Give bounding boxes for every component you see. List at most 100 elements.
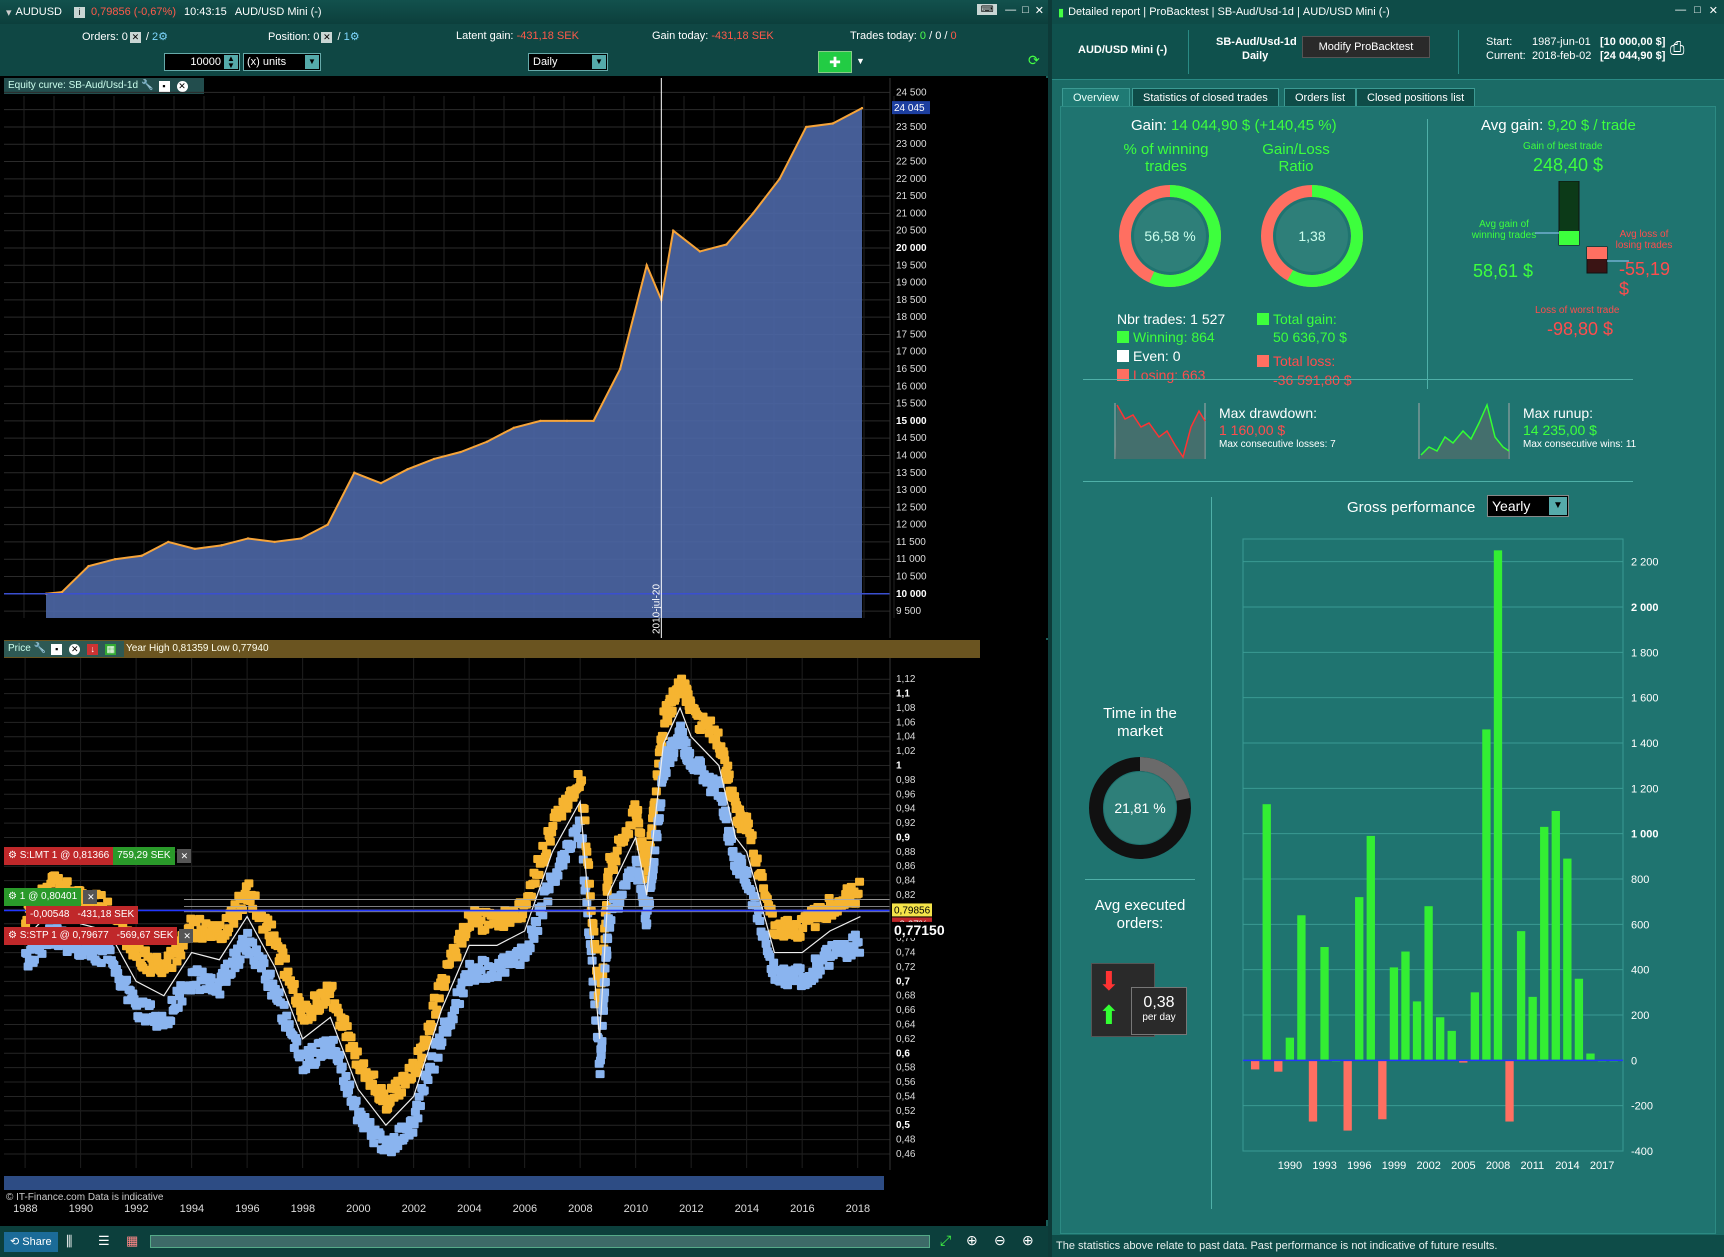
equity-point [406,468,409,471]
price-x-label: 1998 [291,1203,315,1215]
price-marker-up [757,872,767,881]
minimize-icon[interactable]: — [1675,4,1686,17]
price-marker-up [215,921,225,930]
price-marker-up [853,889,863,898]
price-marker-down [500,968,510,977]
zoom-reset-icon[interactable]: ⊕ [966,1232,978,1249]
price-marker-down [621,881,631,890]
equity-y-tick: 12 500 [896,502,927,513]
equity-y-tick: 12 000 [896,520,927,531]
price-marker-up [452,953,462,962]
price-marker-down [284,1020,294,1029]
nbr-trades: Nbr trades: 1 527 [1117,311,1226,327]
price-marker-down [419,1086,429,1095]
equity-y-tick: 21 000 [896,208,927,219]
close-position-icon[interactable]: ✕ [83,890,98,904]
equity-point [698,250,702,253]
price-marker-up [352,1047,362,1056]
perf-x-label: 1990 [1278,1160,1302,1172]
period-select[interactable]: Daily ▼ [528,53,608,71]
cancel-order-icon[interactable]: ✕ [176,849,191,863]
perf-bar [1355,897,1364,1061]
horizontal-scrollbar[interactable] [150,1235,930,1248]
price-marker-up [636,829,646,838]
close-icon[interactable]: ✕ [1709,4,1718,17]
price-marker-up [663,717,673,726]
price-marker-up [534,870,544,879]
price-marker-down [598,1006,608,1015]
price-marker-down [544,885,554,894]
stop-order-tag[interactable]: ⚙ S:STP 1 @ 0,79677 -569,67 SEK ✕ [4,927,195,945]
price-marker-up [608,865,618,874]
tab-overview[interactable]: Overview [1062,88,1130,106]
equity-point [273,540,276,544]
equity-chart[interactable]: 24 50024 00023 50023 00022 50022 00021 5… [4,78,1048,638]
position-status: Position: 0 ✕ / 1⚙ [268,30,360,43]
price-marker-up [545,837,555,846]
units-select[interactable]: (x) units ▼ [243,53,321,71]
performance-period-select[interactable]: Yearly ▼ [1487,495,1569,517]
tab-closed-positions[interactable]: Closed positions list [1356,88,1476,106]
price-marker-up [229,919,239,928]
chevron-down-icon: ▼ [1549,497,1567,515]
price-marker-down [595,1070,605,1079]
print-icon[interactable]: ⎙ [1670,38,1684,59]
position-settings-icon[interactable]: ⚙ [8,891,17,902]
sync-icon[interactable]: ⟳ [1028,52,1040,69]
cancel-orders-icon[interactable]: ✕ [129,31,141,43]
table-icon[interactable]: ▦ [126,1233,138,1249]
price-marker-up [634,819,644,828]
price-x-label: 2004 [457,1203,481,1215]
position-pnl-tag: -0,00548 -431,18 SEK [26,906,139,924]
price-marker-up [62,877,72,886]
chevron-down-icon: ▼ [592,55,606,69]
price-marker-down [755,917,765,926]
minimize-icon[interactable]: — [1005,4,1016,17]
info-icon[interactable]: i [73,6,85,18]
stepper-arrows-icon[interactable]: ▲ ▼ [224,55,238,70]
close-icon[interactable]: ✕ [1035,4,1044,17]
list-icon[interactable]: ☰ [98,1233,110,1249]
price-y-tick: 1,06 [896,717,916,728]
equity-y-tick: 24 500 [896,87,927,98]
position-tag[interactable]: ⚙ 1 @ 0,80401 ✕ [4,888,99,906]
price-marker-down [515,960,525,969]
perf-bar [1297,915,1306,1061]
overview-content: Gain: 14 044,90 $ (+140,45 %) % of winni… [1060,106,1716,1234]
symbol-name[interactable]: AUDUSD [16,6,62,18]
add-indicator-icon[interactable]: ✚ [818,51,852,73]
modify-probacktest-button[interactable]: Modify ProBacktest [1302,36,1430,58]
price-y-tick: 0,66 [896,1005,916,1016]
gross-performance-chart[interactable]: 2 200 2 000 1 800 1 600 1 400 1 200 1 000 800 60… [1233,531,1703,1191]
zoom-in-icon[interactable]: ⊕ [1022,1232,1034,1249]
candle-icon[interactable]: ⫼ [66,1233,72,1250]
dropdown-icon[interactable]: ▼ [856,56,865,66]
tab-statistics[interactable]: Statistics of closed trades [1132,88,1279,106]
auto-scale-icon[interactable]: ⤢ [940,1232,951,1249]
price-y-tick: 0,6 [896,1048,910,1059]
order-settings-icon[interactable]: ⚙ [8,930,17,941]
price-marker-up [742,812,752,821]
price-x-label: 2012 [679,1203,703,1215]
price-y-tick: 0,88 [896,847,916,858]
price-marker-down [717,797,727,806]
perf-y-tick: 600 [1631,919,1649,931]
share-button[interactable]: ⟲ Share [4,1232,58,1252]
window-menu-icon[interactable]: ▾ [6,6,12,19]
close-position-icon[interactable]: ✕ [321,31,333,43]
order-settings-icon[interactable]: ⚙ [8,850,17,861]
limit-order-tag[interactable]: ⚙ S:LMT 1 @ 0,81366 759,29 SEK ✕ [4,847,193,865]
zoom-out-icon[interactable]: ⊖ [994,1232,1006,1249]
equity-y-tick: 18 500 [896,295,927,306]
current-date: 2018-feb-02 [1532,50,1592,62]
position-settings-icon[interactable]: ⚙ [350,31,360,43]
maximize-icon[interactable]: □ [1694,4,1701,17]
keyboard-icon[interactable]: ⌨ [977,4,998,15]
price-marker-down [553,871,563,880]
tab-orders-list[interactable]: Orders list [1284,88,1357,106]
cancel-order-icon[interactable]: ✕ [179,929,194,943]
maximize-icon[interactable]: □ [1022,4,1029,17]
orders-settings-icon[interactable]: ⚙ [158,31,168,43]
quantity-stepper[interactable]: 10000 ▲ ▼ [164,53,240,71]
price-marker-down [769,958,779,967]
